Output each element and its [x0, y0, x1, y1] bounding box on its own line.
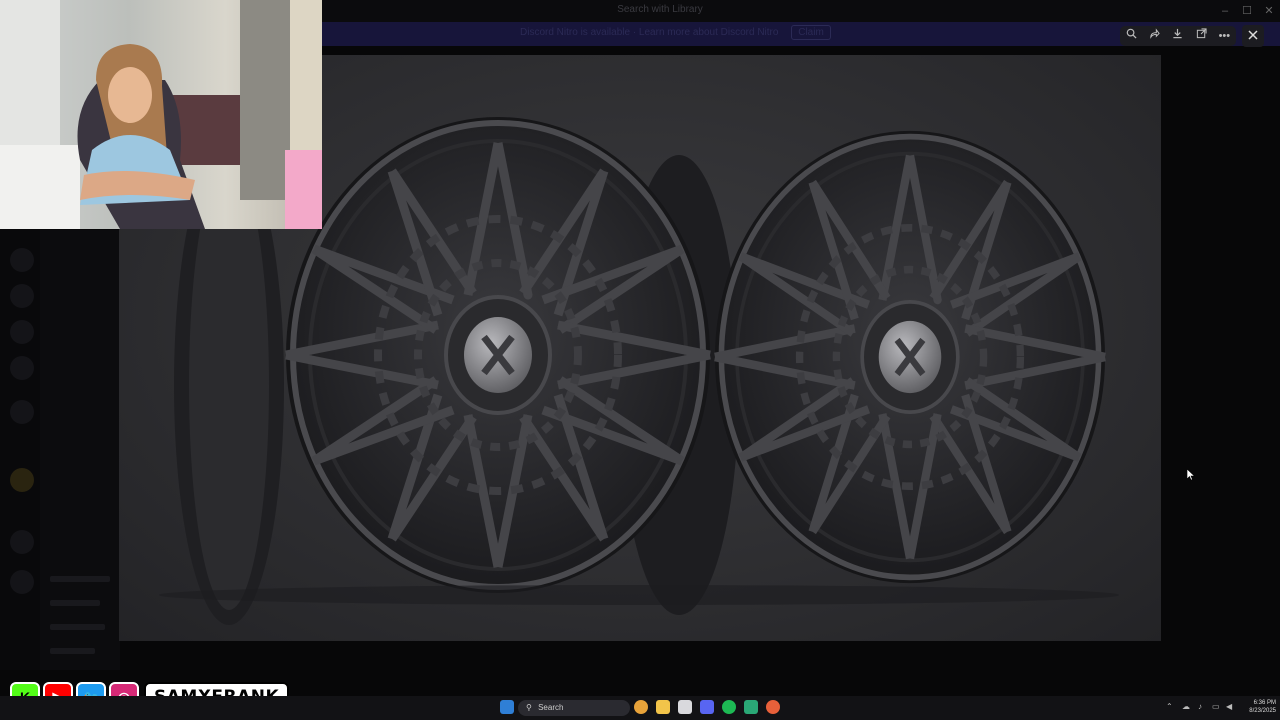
window-title: Search with Library [617, 4, 703, 15]
more-icon[interactable]: ••• [1215, 27, 1233, 45]
open-external-icon[interactable] [1192, 27, 1210, 45]
channel-item[interactable] [50, 600, 100, 606]
tray-app-icon[interactable]: ☁ [1182, 702, 1190, 711]
search-placeholder: Search [538, 703, 564, 712]
search-icon: ⚲ [526, 703, 532, 712]
download-icon[interactable] [1169, 27, 1187, 45]
channel-item[interactable] [50, 576, 110, 582]
server-icon[interactable] [10, 284, 34, 308]
share-forward-icon[interactable] [1146, 27, 1164, 45]
spotify-icon[interactable] [722, 700, 736, 714]
image-toolbar: ••• [1120, 26, 1236, 46]
close-icon [1248, 30, 1258, 40]
minimize-icon[interactable]: – [1216, 3, 1234, 19]
clock-time: 6:36 PM [1253, 700, 1276, 706]
discord-icon[interactable] [700, 700, 714, 714]
browser-icon[interactable] [766, 700, 780, 714]
tray-chevron-icon[interactable]: ⌃ [1166, 702, 1173, 711]
zoom-in-icon[interactable] [1123, 27, 1141, 45]
taskbar-search[interactable]: ⚲ Search [518, 700, 630, 716]
server-list [0, 230, 40, 670]
monitor-icon[interactable]: ▭ [1212, 702, 1220, 711]
server-icon[interactable] [10, 248, 34, 272]
microphone-icon[interactable]: ♪ [1198, 702, 1202, 711]
store-icon[interactable] [678, 700, 692, 714]
webcam-image [0, 0, 322, 229]
windows-start-icon[interactable] [500, 700, 514, 714]
app-icon[interactable] [744, 700, 758, 714]
mouse-cursor-icon [1187, 469, 1195, 481]
server-icon[interactable] [10, 530, 34, 554]
channel-item[interactable] [50, 624, 105, 630]
nitro-banner-message: Discord Nitro is available · Learn more … [520, 27, 779, 38]
webcam-feed [0, 0, 322, 229]
server-icon[interactable] [10, 468, 34, 492]
server-icon[interactable] [10, 570, 34, 594]
chrome-icon[interactable] [634, 700, 648, 714]
nitro-claim-button[interactable]: Claim [791, 25, 831, 40]
file-explorer-icon[interactable] [656, 700, 670, 714]
clock-date: 8/23/2025 [1249, 708, 1276, 714]
nitro-banner-text: Discord Nitro is available · Learn more … [520, 25, 831, 40]
window-close-icon[interactable]: ✕ [1260, 3, 1278, 19]
channel-item[interactable] [50, 648, 95, 654]
server-icon[interactable] [10, 356, 34, 380]
taskbar-clock[interactable]: 6:36 PM 8/23/2025 [1236, 699, 1276, 715]
speaker-icon[interactable]: ◀ [1226, 702, 1232, 711]
maximize-icon[interactable]: ☐ [1238, 3, 1256, 19]
close-viewer-button[interactable] [1242, 25, 1264, 47]
server-icon[interactable] [10, 400, 34, 424]
server-icon[interactable] [10, 320, 34, 344]
